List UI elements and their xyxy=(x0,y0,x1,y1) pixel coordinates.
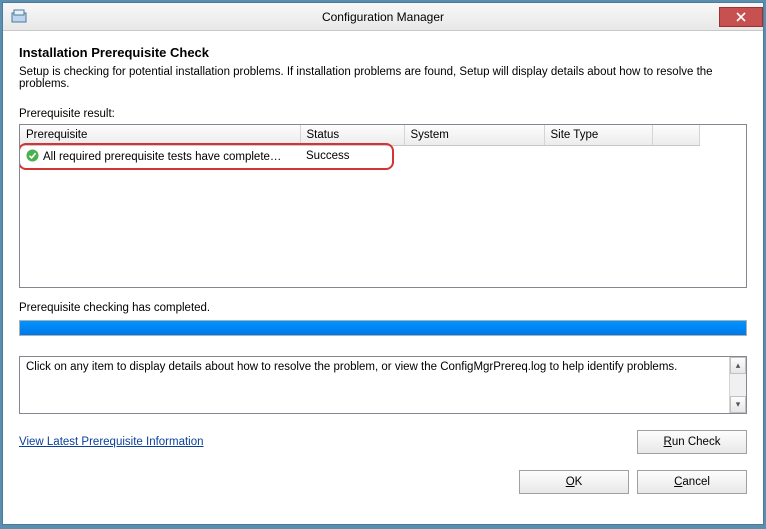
col-site-type[interactable]: Site Type xyxy=(544,125,652,145)
col-system[interactable]: System xyxy=(404,125,544,145)
cancel-button[interactable]: Cancel xyxy=(637,470,747,494)
close-button[interactable] xyxy=(719,7,763,27)
col-prerequisite[interactable]: Prerequisite xyxy=(20,125,300,145)
scroll-track[interactable] xyxy=(730,374,746,396)
button-bar: OK Cancel xyxy=(19,470,747,494)
col-spacer xyxy=(652,125,699,145)
titlebar: Configuration Manager xyxy=(3,3,763,31)
page-description: Setup is checking for potential installa… xyxy=(19,66,747,90)
footer-row: View Latest Prerequisite Information Run… xyxy=(19,430,747,454)
table-header-row: Prerequisite Status System Site Type xyxy=(20,125,746,145)
app-icon xyxy=(11,9,27,25)
scroll-down-icon[interactable]: ▾ xyxy=(730,396,746,413)
content-area: Installation Prerequisite Check Setup is… xyxy=(3,31,763,524)
window-title: Configuration Manager xyxy=(3,10,763,24)
ok-button[interactable]: OK xyxy=(519,470,629,494)
cell-status: Success xyxy=(300,145,404,166)
scroll-up-icon[interactable]: ▴ xyxy=(730,357,746,374)
success-icon xyxy=(26,149,39,162)
cell-prerequisite: All required prerequisite tests have com… xyxy=(20,145,300,166)
table-row[interactable]: All required prerequisite tests have com… xyxy=(20,145,746,166)
prerequisite-table[interactable]: Prerequisite Status System Site Type All… xyxy=(19,124,747,288)
view-latest-link[interactable]: View Latest Prerequisite Information xyxy=(19,436,204,448)
run-check-button[interactable]: Run Check xyxy=(637,430,747,454)
cell-site-type xyxy=(544,145,652,166)
page-heading: Installation Prerequisite Check xyxy=(19,45,747,60)
progress-label: Prerequisite checking has completed. xyxy=(19,302,747,314)
window: Configuration Manager Installation Prere… xyxy=(2,2,764,525)
col-status[interactable]: Status xyxy=(300,125,404,145)
table-label: Prerequisite result: xyxy=(19,108,747,120)
details-scrollbar[interactable]: ▴ ▾ xyxy=(729,357,746,413)
cell-system xyxy=(404,145,544,166)
details-box: Click on any item to display details abo… xyxy=(19,356,747,414)
progress-bar xyxy=(19,320,747,336)
details-text: Click on any item to display details abo… xyxy=(20,357,729,413)
